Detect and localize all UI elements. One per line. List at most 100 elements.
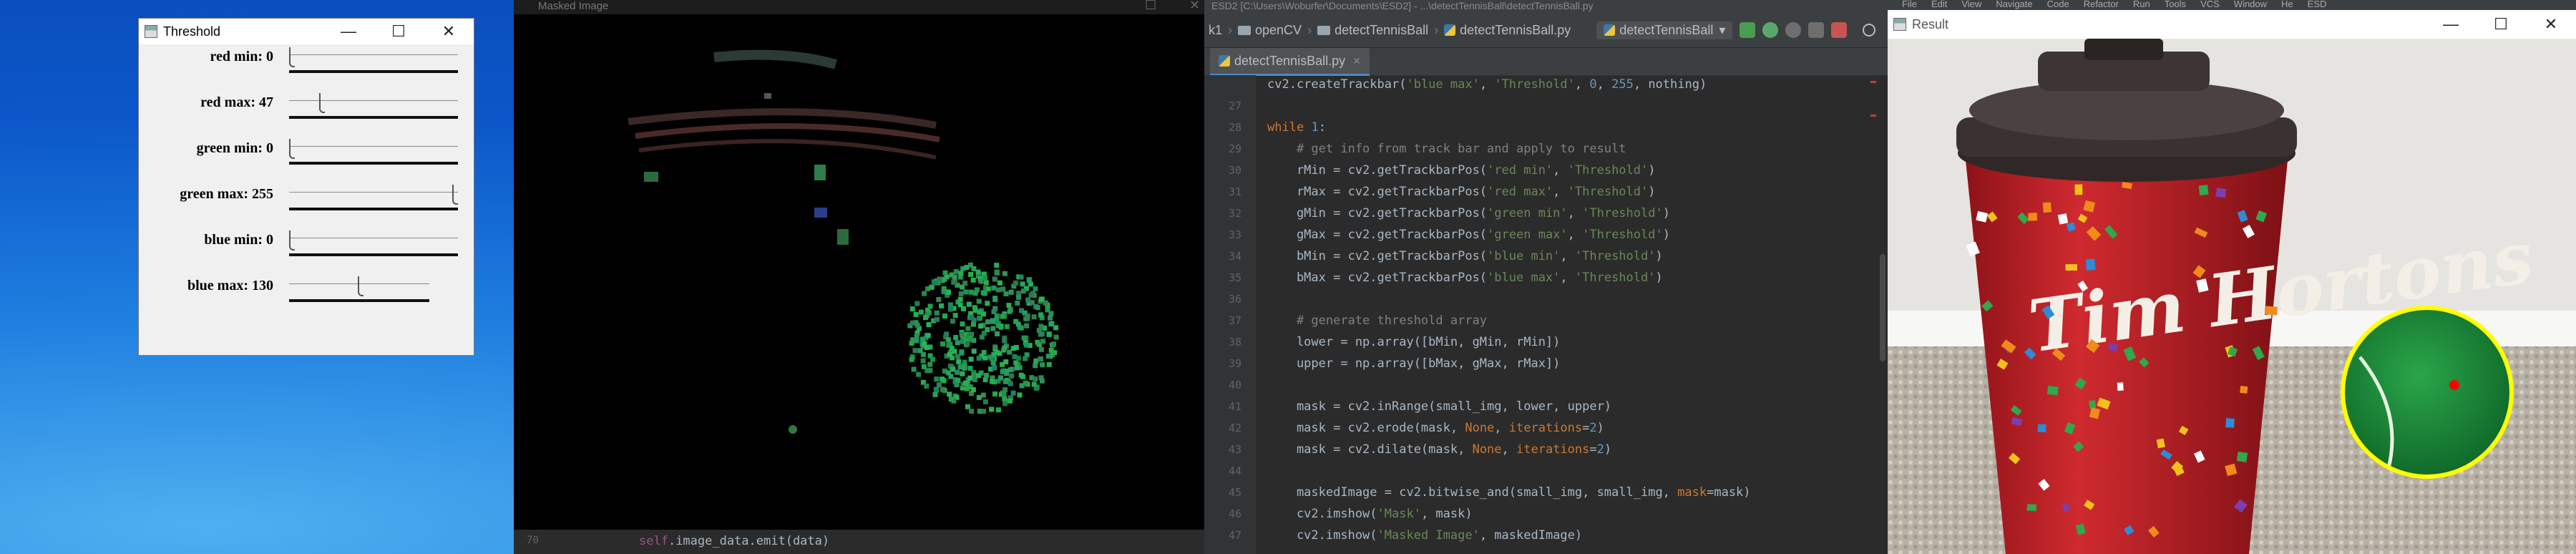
threshold-titlebar[interactable]: Threshold — ☐ ✕ — [139, 19, 474, 44]
masked-pixel — [912, 348, 918, 354]
masked-pixel — [941, 378, 947, 384]
masked-pixel — [922, 291, 927, 296]
line-number: 33 — [1228, 228, 1241, 241]
menu-item[interactable]: Refactor — [2084, 0, 2119, 9]
menu-item[interactable]: View — [1961, 0, 1981, 9]
menu-item[interactable]: Run — [2133, 0, 2150, 9]
line-number: 44 — [1228, 465, 1241, 477]
masked-pixel — [1002, 396, 1008, 402]
masked-pixel — [1020, 288, 1026, 294]
breadcrumb-item[interactable]: detectTennisBall — [1317, 23, 1428, 38]
menu-item[interactable]: Window — [2234, 0, 2267, 9]
close-button[interactable]: ✕ — [424, 19, 474, 44]
masked-titlebar[interactable]: Masked Image ☐ ✕ — [514, 0, 1204, 14]
masked-pixel — [1046, 361, 1052, 367]
masked-pixel — [940, 387, 945, 392]
line-number: 42 — [1228, 422, 1241, 434]
masked-pixel — [978, 278, 984, 284]
menu-item[interactable]: File — [1902, 0, 1917, 9]
trackbar-thumb[interactable] — [452, 185, 458, 205]
masked-pixel — [1023, 380, 1028, 386]
masked-pixel — [989, 407, 995, 412]
masked-pixel — [1031, 382, 1037, 387]
tab-detecttennisball[interactable]: detectTennisBall.py ✕ — [1210, 48, 1370, 76]
code-editor[interactable]: cv2.createTrackbar('blue max', 'Threshol… — [1204, 75, 1888, 554]
masked-pixel — [940, 341, 946, 347]
masked-pixel — [971, 349, 977, 354]
maximize-button[interactable]: ☐ — [1145, 0, 1156, 11]
python-file-icon — [1604, 24, 1616, 36]
debug-icon[interactable] — [1762, 22, 1779, 38]
line-number: 38 — [1228, 336, 1241, 349]
menu-item[interactable]: VCS — [2200, 0, 2220, 9]
line-text: gMax = cv2.getTrackbarPos('green max', '… — [1267, 228, 1670, 242]
masked-pixel — [982, 291, 987, 296]
trackbar-thumb[interactable] — [289, 230, 295, 251]
masked-pixel — [1008, 398, 1013, 404]
minimize-button[interactable]: — — [323, 19, 374, 44]
masked-pixel — [970, 277, 976, 283]
close-button[interactable]: ✕ — [1189, 0, 1200, 11]
masked-pixel — [1003, 359, 1009, 365]
masked-pixel — [914, 322, 920, 328]
masked-pixel — [996, 323, 1002, 329]
scrollbar[interactable] — [1878, 75, 1888, 554]
error-marker[interactable] — [1870, 81, 1876, 83]
window-title: Masked Image — [538, 0, 609, 12]
masked-pixel — [947, 306, 953, 312]
code-line: cv2.createTrackbar('blue max', 'Threshol… — [1204, 75, 1888, 95]
trackbar-label: blue max: 130 — [187, 278, 273, 293]
rerun-icon[interactable] — [1740, 22, 1756, 38]
line-number: 45 — [1228, 486, 1241, 499]
search-icon[interactable] — [1863, 24, 1876, 37]
ide-titlebar[interactable]: ESD2 [C:\Users\Woburfer\Documents\ESD2] … — [1204, 0, 1888, 13]
maximize-button[interactable]: ☐ — [2476, 11, 2526, 37]
menu-item[interactable]: ESD — [2308, 0, 2327, 9]
threshold-window: Threshold — ☐ ✕ red min: 0 red max: 47 gre… — [138, 18, 474, 356]
masked-pixel — [1017, 392, 1023, 398]
stop-icon[interactable] — [1831, 22, 1848, 38]
masked-pixel — [927, 361, 933, 367]
trackbar-thumb[interactable] — [289, 47, 295, 67]
confetti-piece — [2028, 213, 2038, 221]
maximize-button[interactable]: ☐ — [374, 19, 424, 44]
masked-pixel — [1008, 381, 1013, 387]
run-configuration-select[interactable]: detectTennisBall ▾ — [1596, 21, 1733, 39]
masked-pixel — [985, 286, 991, 292]
masked-pixel — [934, 376, 940, 382]
menu-item[interactable]: He — [2281, 0, 2293, 9]
breadcrumb-item[interactable]: detectTennisBall.py — [1444, 23, 1571, 38]
result-titlebar[interactable]: Result — ☐ ✕ — [1888, 10, 2576, 39]
trackbar-label: red max: 47 — [200, 94, 273, 110]
close-button[interactable]: ✕ — [2526, 11, 2576, 37]
breadcrumb-item[interactable]: k1 — [1209, 23, 1222, 38]
trackbar-thumb[interactable] — [319, 93, 325, 113]
line-text: lower = np.array([bMin, gMin, rMin]) — [1267, 335, 1561, 349]
menu-item[interactable]: Edit — [1931, 0, 1947, 9]
masked-pixel — [923, 315, 929, 321]
code-line: 27 — [1204, 95, 1888, 117]
masked-pixel — [1002, 271, 1008, 276]
masked-pixel — [1013, 344, 1019, 350]
masked-pixel — [919, 336, 925, 342]
trackbar-thumb[interactable] — [358, 276, 364, 296]
line-number: 30 — [1228, 164, 1241, 177]
trackbar-thumb[interactable] — [289, 139, 295, 159]
line-number: 34 — [1228, 250, 1241, 263]
masked-pixel — [930, 356, 935, 362]
masked-pixel — [958, 291, 964, 296]
breadcrumb-item[interactable]: openCV — [1238, 23, 1302, 38]
masked-pixel — [961, 363, 967, 369]
masked-pixel — [914, 333, 919, 339]
masked-pixel — [980, 392, 986, 398]
profile-icon[interactable] — [1808, 22, 1825, 38]
minimize-button[interactable]: — — [2426, 11, 2476, 37]
coverage-icon[interactable] — [1785, 22, 1802, 38]
masked-pixel — [983, 280, 989, 286]
menu-item[interactable]: Navigate — [1996, 0, 2032, 9]
menu-item[interactable]: Code — [2047, 0, 2069, 9]
menu-item[interactable]: Tools — [2165, 0, 2186, 9]
close-tab-icon[interactable]: ✕ — [1352, 55, 1361, 67]
result-image: Tim Hortons — [1888, 39, 2576, 554]
error-marker[interactable] — [1870, 115, 1876, 117]
